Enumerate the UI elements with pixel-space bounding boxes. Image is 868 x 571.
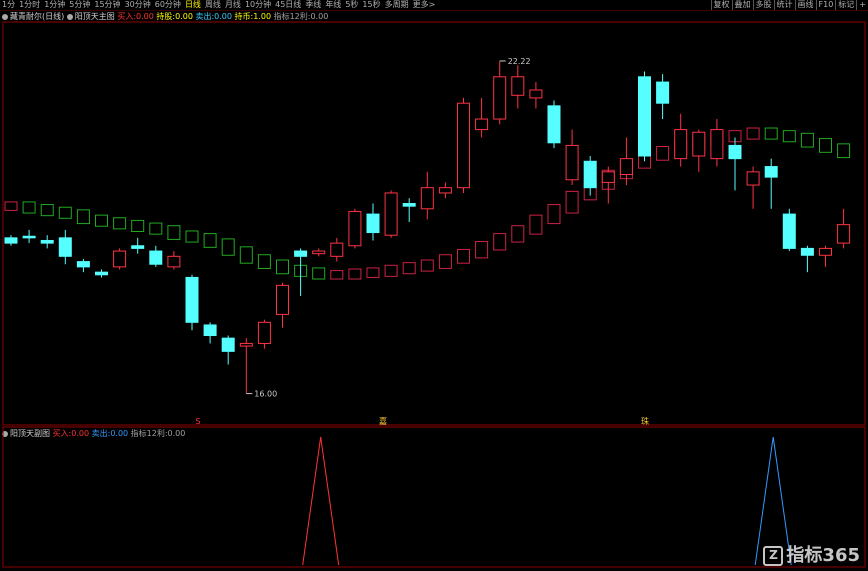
candle-body xyxy=(420,187,434,210)
candle-body xyxy=(475,118,489,131)
candle-body xyxy=(764,166,778,178)
candle-body xyxy=(348,210,362,247)
ma-box xyxy=(348,268,362,280)
signal-marker: 嘉 xyxy=(379,416,387,426)
ma-box xyxy=(438,254,452,269)
ma-box xyxy=(312,267,326,280)
ma-box xyxy=(239,246,253,264)
candle-body xyxy=(257,321,271,344)
ma-box xyxy=(384,264,398,277)
ma-box xyxy=(257,254,271,269)
ma-box xyxy=(4,201,18,211)
ma-box xyxy=(746,127,760,140)
candle-body xyxy=(58,237,72,257)
candle-body xyxy=(402,203,416,207)
signal-spike xyxy=(302,436,340,566)
candle-body xyxy=(638,76,651,157)
ma-box xyxy=(402,262,416,275)
candle-body xyxy=(782,213,796,249)
candle-body xyxy=(493,76,507,120)
ma-box xyxy=(95,214,108,227)
watermark-logo: Z 指标365 xyxy=(763,541,860,567)
ma-box xyxy=(764,127,778,140)
candle-body xyxy=(529,89,543,99)
candle-body xyxy=(619,158,633,175)
candle-body xyxy=(837,224,851,244)
candle-body xyxy=(276,284,289,315)
candle-body xyxy=(384,192,398,236)
candle-body xyxy=(221,337,235,352)
candle-body xyxy=(22,235,36,239)
candle-body xyxy=(710,129,724,160)
ma-box xyxy=(22,201,36,214)
candle-body xyxy=(40,239,54,244)
ma-box xyxy=(58,206,72,219)
ma-box xyxy=(221,238,235,256)
high-price-label: 22.22 xyxy=(508,57,531,66)
logo-icon: Z xyxy=(763,546,784,566)
ma-box xyxy=(40,204,54,217)
candle-body xyxy=(330,242,344,257)
candle-body xyxy=(692,131,706,157)
ma-box xyxy=(511,225,525,243)
candle-body xyxy=(131,245,145,249)
ma-box xyxy=(529,214,543,235)
ma-box xyxy=(366,267,380,278)
candle-body xyxy=(547,105,561,144)
ma-box xyxy=(420,259,434,272)
label-layer: 22.22 16.00 S 嘉 珠 xyxy=(195,57,649,426)
candle-body xyxy=(167,255,181,268)
candle-body xyxy=(728,144,742,160)
low-price-label: 16.00 xyxy=(254,390,277,399)
candle-body xyxy=(312,250,326,255)
candle-body xyxy=(76,261,90,268)
ma-box xyxy=(203,233,217,248)
ma-box xyxy=(113,217,127,230)
ma-box xyxy=(185,230,199,243)
candle-body xyxy=(113,250,127,268)
candle-body xyxy=(565,144,579,181)
candle-body xyxy=(583,160,597,189)
ma-box xyxy=(565,190,579,214)
ma-box xyxy=(837,143,851,159)
ma-box xyxy=(276,259,289,275)
ma-box xyxy=(149,222,163,235)
candle-body xyxy=(601,171,615,183)
candle-body xyxy=(4,237,18,244)
candle-body xyxy=(511,76,525,96)
ma-box xyxy=(547,204,561,225)
candle-body xyxy=(294,250,308,257)
ma-box xyxy=(493,233,507,251)
candle-body xyxy=(746,171,760,186)
ma-box xyxy=(475,241,489,259)
ma-box xyxy=(167,225,181,240)
ma-box xyxy=(330,270,344,280)
candle-body xyxy=(457,102,470,189)
ma-box xyxy=(800,132,814,148)
signal-marker: S xyxy=(195,417,200,426)
candle-body xyxy=(203,324,217,337)
watermark-text: 指标365 xyxy=(786,545,860,566)
ma-box xyxy=(656,145,670,161)
signal-marker: 珠 xyxy=(641,416,649,426)
sub-pane-border xyxy=(2,426,866,568)
ma-box xyxy=(457,248,470,264)
ma-box xyxy=(76,209,90,225)
candle-body xyxy=(149,250,163,265)
ma-box xyxy=(782,130,796,143)
candle-body xyxy=(674,129,688,160)
candle-body xyxy=(366,213,380,234)
candle-body xyxy=(819,247,832,256)
sub-layer xyxy=(302,436,792,566)
candle-body xyxy=(438,187,452,194)
main-pane-border xyxy=(2,21,866,426)
candle-body xyxy=(95,271,108,276)
candle-body xyxy=(239,342,253,347)
candle-body xyxy=(656,81,670,104)
ma-box xyxy=(131,219,145,233)
candle-body xyxy=(800,247,814,256)
ma-box xyxy=(819,138,832,153)
candle-body xyxy=(185,276,199,323)
candlestick-chart[interactable]: 22.22 16.00 S 嘉 珠 xyxy=(0,0,868,571)
